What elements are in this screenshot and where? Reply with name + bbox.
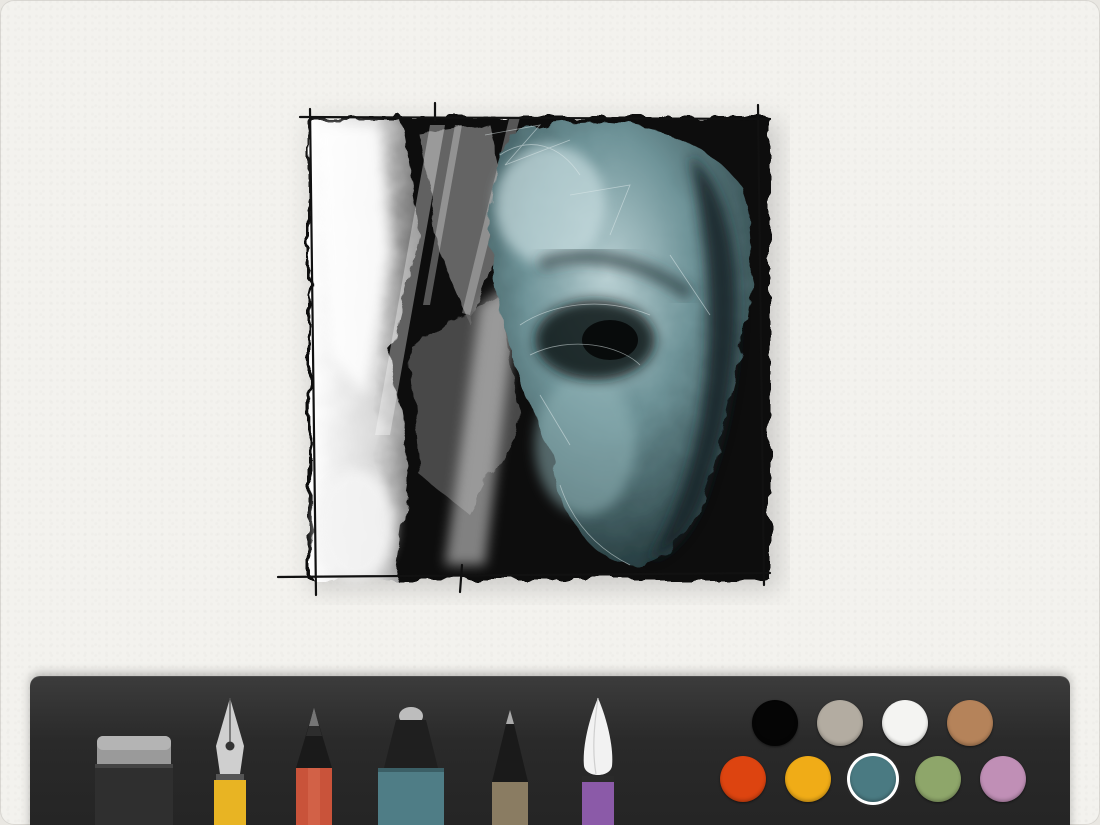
- swatch-black[interactable]: [752, 700, 798, 746]
- brush-icon: [582, 697, 614, 825]
- marker-tool[interactable]: [376, 706, 446, 825]
- swatch-tan[interactable]: [947, 700, 993, 746]
- eraser-icon: [95, 736, 173, 825]
- pencil-tool[interactable]: [292, 706, 336, 825]
- drawing-app: [0, 0, 1100, 825]
- outline-pen-icon: [492, 710, 528, 825]
- fountain-pen-icon: [214, 698, 246, 825]
- watercolor-brush-tool[interactable]: [578, 696, 618, 825]
- color-palette: [720, 698, 1040, 808]
- swatch-orange-red[interactable]: [720, 756, 766, 802]
- eraser-tool[interactable]: [95, 726, 175, 825]
- canvas-artwork[interactable]: [270, 95, 790, 605]
- fountain-pen-tool[interactable]: [210, 696, 250, 825]
- pencil-icon: [296, 708, 332, 825]
- painting: [276, 101, 780, 597]
- tool-tray: [30, 676, 1070, 825]
- swatch-yellow[interactable]: [785, 756, 831, 802]
- swatch-lilac[interactable]: [980, 756, 1026, 802]
- outline-pen-tool[interactable]: [488, 706, 532, 825]
- swatch-teal[interactable]: [850, 756, 896, 802]
- swatch-white[interactable]: [882, 700, 928, 746]
- swatch-warm-gray[interactable]: [817, 700, 863, 746]
- swatch-sage-green[interactable]: [915, 756, 961, 802]
- marker-icon: [378, 707, 444, 825]
